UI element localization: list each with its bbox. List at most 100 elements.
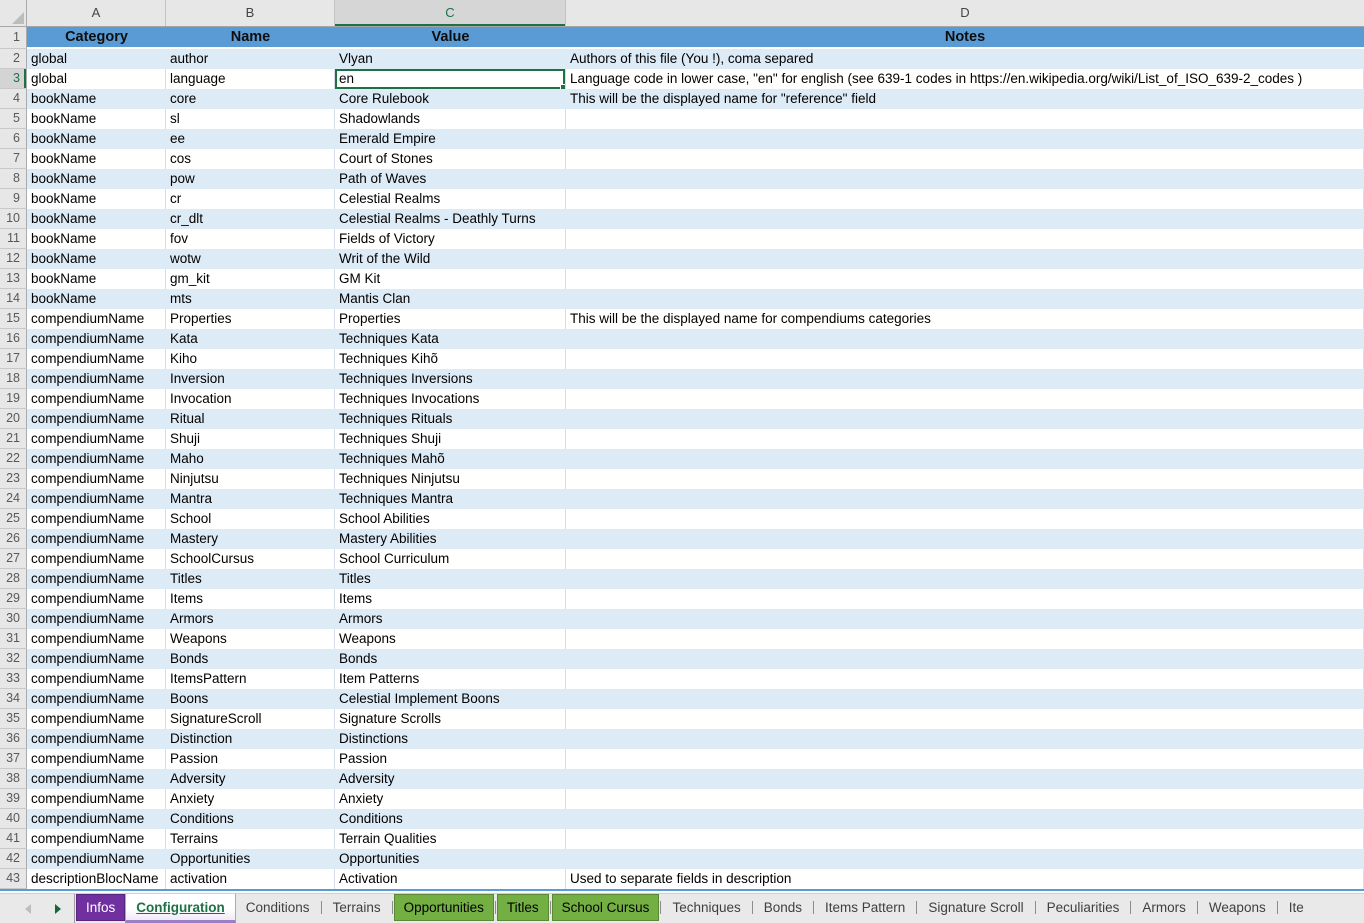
cell-A19[interactable]: compendiumName xyxy=(27,389,166,409)
cell-D30[interactable] xyxy=(566,609,1364,629)
cell-B2[interactable]: author xyxy=(166,49,335,69)
cell-A22[interactable]: compendiumName xyxy=(27,449,166,469)
cell-C43[interactable]: Activation xyxy=(335,869,566,889)
cell-D32[interactable] xyxy=(566,649,1364,669)
cell-C23[interactable]: Techniques Ninjutsu xyxy=(335,469,566,489)
cell-B42[interactable]: Opportunities xyxy=(166,849,335,869)
cell-A6[interactable]: bookName xyxy=(27,129,166,149)
sheet-tab-peculiarities[interactable]: Peculiarities xyxy=(1037,894,1130,921)
cell-C8[interactable]: Path of Waves xyxy=(335,169,566,189)
cell-A21[interactable]: compendiumName xyxy=(27,429,166,449)
row-header-26[interactable]: 26 xyxy=(0,529,27,549)
cell-C39[interactable]: Anxiety xyxy=(335,789,566,809)
cell-C12[interactable]: Writ of the Wild xyxy=(335,249,566,269)
row-header-24[interactable]: 24 xyxy=(0,489,27,509)
sheet-tab-conditions[interactable]: Conditions xyxy=(236,894,320,921)
cell-B5[interactable]: sl xyxy=(166,109,335,129)
cell-B13[interactable]: gm_kit xyxy=(166,269,335,289)
cell-A38[interactable]: compendiumName xyxy=(27,769,166,789)
cell-C2[interactable]: Vlyan xyxy=(335,49,566,69)
cell-A20[interactable]: compendiumName xyxy=(27,409,166,429)
cell-D13[interactable] xyxy=(566,269,1364,289)
scroll-tabs-left-button[interactable] xyxy=(13,894,43,923)
cell-C30[interactable]: Armors xyxy=(335,609,566,629)
cell-B4[interactable]: core xyxy=(166,89,335,109)
cell-D17[interactable] xyxy=(566,349,1364,369)
row-header-31[interactable]: 31 xyxy=(0,629,27,649)
cell-C37[interactable]: Passion xyxy=(335,749,566,769)
cell-A27[interactable]: compendiumName xyxy=(27,549,166,569)
cell-C42[interactable]: Opportunities xyxy=(335,849,566,869)
cell-A17[interactable]: compendiumName xyxy=(27,349,166,369)
cell-A2[interactable]: global xyxy=(27,49,166,69)
cell-A31[interactable]: compendiumName xyxy=(27,629,166,649)
cell-D28[interactable] xyxy=(566,569,1364,589)
row-header-11[interactable]: 11 xyxy=(0,229,27,249)
sheet-tab-infos[interactable]: Infos xyxy=(76,894,125,921)
cell-D31[interactable] xyxy=(566,629,1364,649)
cell-A5[interactable]: bookName xyxy=(27,109,166,129)
row-header-38[interactable]: 38 xyxy=(0,769,27,789)
cell-A28[interactable]: compendiumName xyxy=(27,569,166,589)
cell-A35[interactable]: compendiumName xyxy=(27,709,166,729)
row-header-6[interactable]: 6 xyxy=(0,129,27,149)
row-header-12[interactable]: 12 xyxy=(0,249,27,269)
sheet-tab-terrains[interactable]: Terrains xyxy=(323,894,391,921)
cell-C20[interactable]: Techniques Rituals xyxy=(335,409,566,429)
cell-D38[interactable] xyxy=(566,769,1364,789)
cell-D7[interactable] xyxy=(566,149,1364,169)
cell-A40[interactable]: compendiumName xyxy=(27,809,166,829)
cell-C13[interactable]: GM Kit xyxy=(335,269,566,289)
sheet-tab-school-cursus[interactable]: School Cursus xyxy=(552,894,660,921)
cell-D8[interactable] xyxy=(566,169,1364,189)
scroll-tabs-right-button[interactable] xyxy=(43,894,73,923)
sheet-tab-weapons[interactable]: Weapons xyxy=(1199,894,1276,921)
cell-D2[interactable]: Authors of this file (You !), coma separ… xyxy=(566,49,1364,69)
cell-C16[interactable]: Techniques Kata xyxy=(335,329,566,349)
cell-A9[interactable]: bookName xyxy=(27,189,166,209)
cell-B36[interactable]: Distinction xyxy=(166,729,335,749)
cell-C33[interactable]: Item Patterns xyxy=(335,669,566,689)
row-header-25[interactable]: 25 xyxy=(0,509,27,529)
row-header-29[interactable]: 29 xyxy=(0,589,27,609)
row-header-20[interactable]: 20 xyxy=(0,409,27,429)
cell-A13[interactable]: bookName xyxy=(27,269,166,289)
cell-B17[interactable]: Kiho xyxy=(166,349,335,369)
cell-B19[interactable]: Invocation xyxy=(166,389,335,409)
cell-C9[interactable]: Celestial Realms xyxy=(335,189,566,209)
cell-B32[interactable]: Bonds xyxy=(166,649,335,669)
cell-A39[interactable]: compendiumName xyxy=(27,789,166,809)
cell-D10[interactable] xyxy=(566,209,1364,229)
cell-B11[interactable]: fov xyxy=(166,229,335,249)
cell-B7[interactable]: cos xyxy=(166,149,335,169)
sheet-tab-signature-scroll[interactable]: Signature Scroll xyxy=(918,894,1033,921)
sheet-tab-opportunities[interactable]: Opportunities xyxy=(394,894,494,921)
cell-D29[interactable] xyxy=(566,589,1364,609)
cell-C18[interactable]: Techniques Inversions xyxy=(335,369,566,389)
cell-B16[interactable]: Kata xyxy=(166,329,335,349)
row-header-19[interactable]: 19 xyxy=(0,389,27,409)
row-header-15[interactable]: 15 xyxy=(0,309,27,329)
row-header-16[interactable]: 16 xyxy=(0,329,27,349)
cell-D24[interactable] xyxy=(566,489,1364,509)
cell-A36[interactable]: compendiumName xyxy=(27,729,166,749)
cell-D4[interactable]: This will be the displayed name for "ref… xyxy=(566,89,1364,109)
cell-C32[interactable]: Bonds xyxy=(335,649,566,669)
cell-D27[interactable] xyxy=(566,549,1364,569)
cell-D5[interactable] xyxy=(566,109,1364,129)
cell-C41[interactable]: Terrain Qualities xyxy=(335,829,566,849)
cell-D22[interactable] xyxy=(566,449,1364,469)
cell-D16[interactable] xyxy=(566,329,1364,349)
row-header-37[interactable]: 37 xyxy=(0,749,27,769)
row-header-8[interactable]: 8 xyxy=(0,169,27,189)
column-header-C[interactable]: C xyxy=(335,0,566,26)
sheet-tab-titles[interactable]: Titles xyxy=(497,894,549,921)
cell-C34[interactable]: Celestial Implement Boons xyxy=(335,689,566,709)
sheet-tab-techniques[interactable]: Techniques xyxy=(662,894,750,921)
cell-A42[interactable]: compendiumName xyxy=(27,849,166,869)
cell-D20[interactable] xyxy=(566,409,1364,429)
cell-C11[interactable]: Fields of Victory xyxy=(335,229,566,249)
row-header-39[interactable]: 39 xyxy=(0,789,27,809)
row-header-42[interactable]: 42 xyxy=(0,849,27,869)
cell-A26[interactable]: compendiumName xyxy=(27,529,166,549)
